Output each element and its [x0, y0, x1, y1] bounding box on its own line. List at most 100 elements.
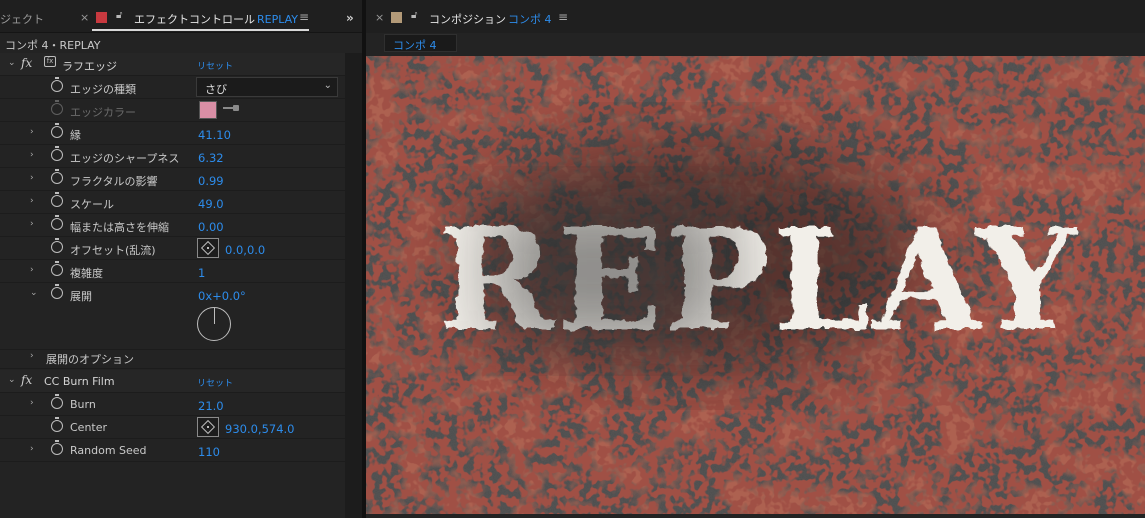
effect-name: ラフエッジ — [62, 60, 117, 73]
stopwatch-icon[interactable] — [51, 394, 63, 409]
chevron-right-icon[interactable]: › — [30, 150, 34, 160]
param-row-edge-sharpness: › エッジのシャープネス 6.32 — [0, 145, 345, 168]
tab-effect-controls-label: エフェクトコントロール — [134, 13, 255, 26]
tab-composition-label: コンポジション — [429, 13, 506, 26]
param-row-stretch: › 幅または高さを伸縮 0.00 — [0, 214, 345, 237]
effect-row-rough-edges[interactable]: ⌄ fx fx ラフエッジ リセット — [0, 53, 345, 76]
dropdown-value: さび — [205, 83, 227, 96]
chevron-right-icon[interactable]: › — [30, 196, 34, 206]
reset-link[interactable]: リセット — [197, 376, 233, 389]
param-row-border: › 縁 41.10 — [0, 122, 345, 145]
stopwatch-icon[interactable] — [51, 261, 63, 276]
composition-panel: × 🔓︎ コンポジション コンポ 4 ≡ コンポ 4 REPLAY — [366, 0, 1145, 518]
param-name: オフセット(乱流) — [70, 244, 156, 257]
position-target-button[interactable] — [197, 417, 219, 437]
comp-subtab-label: コンポ 4 — [393, 39, 437, 52]
chevron-right-icon[interactable]: › — [30, 444, 34, 454]
param-row-scale: › スケール 49.0 — [0, 191, 345, 214]
param-value[interactable]: 0.00 — [198, 220, 224, 234]
panel-menu-icon[interactable]: ≡ — [558, 10, 568, 24]
evolution-angle-dial[interactable] — [197, 307, 231, 341]
param-row-edge-color: エッジカラー — [0, 99, 345, 122]
viewer-canvas: REPLAY — [366, 56, 1145, 514]
param-name: Random Seed — [70, 444, 147, 457]
fx-icon[interactable]: fx — [21, 56, 32, 70]
stopwatch-icon[interactable] — [51, 77, 63, 92]
param-name: Center — [70, 421, 108, 434]
param-value[interactable]: 21.0 — [198, 399, 224, 413]
dial-needle — [214, 308, 216, 324]
stopwatch-icon[interactable] — [51, 192, 63, 207]
chevron-right-icon[interactable]: › — [30, 173, 34, 183]
tab-effect-controls[interactable]: エフェクトコントロール REPLAY — [134, 11, 298, 27]
tab-effect-controls-layer: REPLAY — [257, 13, 298, 26]
color-swatch[interactable] — [199, 101, 217, 119]
tab-composition[interactable]: コンポジション コンポ 4 — [429, 11, 552, 27]
stopwatch-icon[interactable] — [51, 417, 63, 432]
param-value[interactable]: 930.0,574.0 — [225, 422, 295, 436]
param-row-burn: › Burn 21.0 — [0, 393, 345, 416]
panel-menu-icon[interactable]: ≡ — [299, 10, 309, 24]
param-value[interactable]: 0x+0.0° — [198, 289, 246, 303]
breadcrumb: コンポ 4・REPLAY — [5, 39, 101, 52]
stopwatch-icon[interactable] — [51, 123, 63, 138]
chevron-down-icon: ⌄ — [323, 80, 332, 91]
chevron-right-icon[interactable]: › — [30, 398, 34, 408]
tab-composition-name: コンポ 4 — [508, 13, 552, 26]
reset-link[interactable]: リセット — [197, 59, 233, 72]
param-row-evolution: ⌄ 展開 0x+0.0° — [0, 283, 345, 350]
eyedropper-icon[interactable] — [223, 105, 241, 111]
chevron-down-icon[interactable]: ⌄ — [30, 288, 38, 298]
param-row-offset: オフセット(乱流) 0.0,0.0 — [0, 237, 345, 260]
stopwatch-icon[interactable] — [51, 284, 63, 299]
stopwatch-icon[interactable] — [51, 146, 63, 161]
fx-icon[interactable]: fx — [21, 373, 32, 387]
param-row-evolution-options: › 展開のオプション — [0, 346, 345, 369]
param-name: フラクタルの影響 — [70, 175, 158, 188]
stopwatch-icon[interactable] — [51, 238, 63, 253]
param-name: 展開のオプション — [46, 353, 134, 366]
active-tab-underline — [92, 29, 309, 31]
param-name: Burn — [70, 398, 96, 411]
left-tab-bar: ジェクト × 🔓︎ エフェクトコントロール REPLAY ≡ » — [0, 0, 362, 33]
right-tab-bar: × 🔓︎ コンポジション コンポ 4 ≡ — [366, 0, 1145, 33]
stopwatch-icon[interactable] — [51, 440, 63, 455]
chevron-down-icon[interactable]: ⌄ — [8, 58, 16, 68]
comp-subtab[interactable]: コンポ 4 — [384, 34, 457, 52]
close-icon[interactable]: × — [80, 11, 89, 24]
param-value[interactable]: 41.10 — [198, 128, 231, 142]
param-value[interactable]: 0.99 — [198, 174, 224, 188]
label-color-chip — [96, 12, 107, 23]
position-target-button[interactable] — [197, 238, 219, 258]
param-name: エッジのシャープネス — [70, 152, 180, 165]
param-row-fractal-influence: › フラクタルの影響 0.99 — [0, 168, 345, 191]
param-name: 複雑度 — [70, 267, 103, 280]
tab-project[interactable]: ジェクト — [0, 11, 44, 27]
stopwatch-icon[interactable] — [51, 169, 63, 184]
lock-icon[interactable]: 🔓︎ — [116, 10, 122, 21]
left-scrollbar[interactable] — [345, 53, 362, 518]
lock-icon[interactable]: 🔓︎ — [411, 10, 417, 21]
chevron-right-icon[interactable]: › — [30, 127, 34, 137]
param-value[interactable]: 1 — [198, 266, 205, 280]
param-value[interactable]: 0.0,0.0 — [225, 243, 265, 257]
edge-type-dropdown[interactable]: さび ⌄ — [196, 77, 338, 97]
param-row-center: Center 930.0,574.0 — [0, 416, 345, 439]
chevron-right-icon[interactable]: › — [30, 351, 34, 361]
param-value[interactable]: 6.32 — [198, 151, 224, 165]
param-value[interactable]: 49.0 — [198, 197, 224, 211]
chevron-down-icon[interactable]: ⌄ — [8, 375, 16, 385]
effect-row-cc-burn-film[interactable]: ⌄ fx CC Burn Film リセット — [0, 370, 345, 393]
param-name: 展開 — [70, 290, 92, 303]
stopwatch-icon[interactable] — [51, 215, 63, 230]
close-icon[interactable]: × — [375, 11, 384, 24]
composition-viewer[interactable]: REPLAY — [366, 56, 1145, 514]
tab-overflow-icon[interactable]: » — [346, 11, 354, 25]
chevron-right-icon[interactable]: › — [30, 219, 34, 229]
chevron-right-icon[interactable]: › — [30, 265, 34, 275]
param-row-edge-type: エッジの種類 さび ⌄ — [0, 76, 345, 99]
param-value[interactable]: 110 — [198, 445, 220, 459]
param-name: スケール — [70, 198, 114, 211]
effect-controls-panel: ジェクト × 🔓︎ エフェクトコントロール REPLAY ≡ » コンポ 4・RE… — [0, 0, 362, 518]
param-name: エッジカラー — [70, 106, 136, 119]
